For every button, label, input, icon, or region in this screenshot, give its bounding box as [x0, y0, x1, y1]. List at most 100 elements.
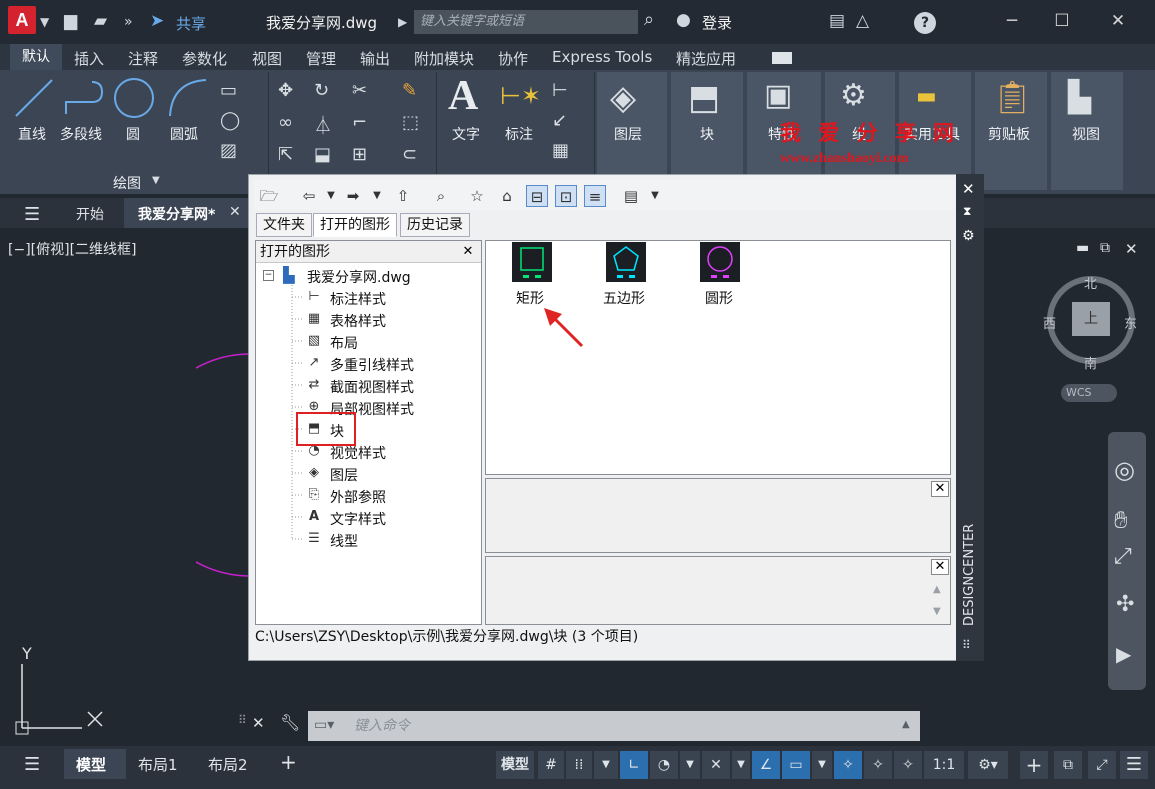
workspace-gear-icon[interactable]: ⚙▾: [968, 751, 1008, 779]
cart-icon[interactable]: ▤: [829, 11, 845, 31]
home-icon[interactable]: ⌂: [496, 185, 518, 207]
cmd-customize-icon[interactable]: 🔧︎: [280, 713, 300, 732]
model-space-button[interactable]: 模型: [496, 751, 534, 779]
search-icon[interactable]: ⌕: [644, 10, 654, 30]
viewport-close-icon[interactable]: ✕: [1125, 240, 1138, 258]
block-label-circle[interactable]: 圆形: [705, 288, 733, 308]
description-scroll-down-icon[interactable]: ▼: [933, 606, 941, 617]
leader-icon[interactable]: ↙: [552, 110, 567, 131]
menu-hamburger-icon[interactable]: ☰: [24, 204, 40, 225]
tab-open-drawings[interactable]: 打开的图形: [313, 213, 397, 237]
draw-panel-expand-icon[interactable]: ▼: [152, 175, 160, 186]
tab-addins[interactable]: 附加模块: [414, 48, 474, 69]
polyline-tool-label[interactable]: 多段线: [60, 124, 102, 144]
compass-north[interactable]: 北: [1084, 273, 1097, 292]
block-label-rectangle[interactable]: 矩形: [516, 288, 544, 308]
load-folder-icon[interactable]: 🗁︎: [258, 185, 280, 207]
viewport-restore-icon[interactable]: ⧉: [1100, 240, 1110, 256]
pan-hand-icon[interactable]: ✋︎: [1114, 506, 1128, 534]
tree-item-table-styles[interactable]: 表格样式: [330, 311, 386, 331]
tree-item-visual-styles[interactable]: 视觉样式: [330, 443, 386, 463]
isolate-objects-icon[interactable]: ⧉: [1054, 751, 1082, 779]
tree-root-drawing[interactable]: 我爱分享网.dwg: [307, 267, 411, 287]
tree-item-text-styles[interactable]: 文字样式: [330, 509, 386, 529]
preview-close-icon[interactable]: ✕: [931, 481, 949, 497]
tree-item-multileader-styles[interactable]: 多重引线样式: [330, 355, 414, 375]
views-dropdown-icon[interactable]: ▼: [644, 185, 666, 207]
tree-item-layers[interactable]: 图层: [330, 465, 358, 485]
selection-dropdown-icon[interactable]: ▼: [812, 751, 832, 779]
cmd-prompt-icon[interactable]: ▭▾: [314, 717, 342, 735]
cmd-history-icon[interactable]: ▲: [902, 719, 910, 730]
annotation-monitor-icon[interactable]: +: [1020, 751, 1048, 779]
view-panel-label[interactable]: 视图: [1072, 124, 1100, 144]
search-input[interactable]: 键入关键字或短语: [414, 10, 638, 34]
steering-wheel-icon[interactable]: ◎: [1114, 456, 1135, 484]
back-dropdown-icon[interactable]: ▼: [320, 185, 342, 207]
tab-history[interactable]: 历史记录: [400, 213, 470, 237]
description-toggle-icon[interactable]: ≡: [584, 185, 606, 207]
orbit-icon[interactable]: ✣: [1116, 592, 1134, 617]
explode-tool-icon[interactable]: ⬚: [402, 112, 419, 133]
help-icon[interactable]: ?: [914, 12, 936, 34]
rectangle-tool-icon[interactable]: ▭: [220, 80, 237, 101]
tree-close-icon[interactable]: ✕: [459, 245, 477, 261]
lineweight-icon[interactable]: ∠: [752, 751, 780, 779]
tab-output[interactable]: 输出: [360, 48, 390, 69]
viewcube-face[interactable]: 上: [1072, 302, 1110, 336]
circle-tool-label[interactable]: 圆: [126, 124, 140, 144]
annotation-scale-icon[interactable]: ✧: [894, 751, 922, 779]
open-folder-icon[interactable]: ▰: [94, 11, 107, 31]
clipboard-panel-label[interactable]: 剪贴板: [988, 124, 1030, 144]
compass-east[interactable]: 东: [1124, 313, 1137, 332]
customization-menu-icon[interactable]: ☰: [1120, 751, 1148, 779]
cmd-grip-icon[interactable]: ⠿: [238, 713, 247, 727]
app-menu-caret-icon[interactable]: ▼: [40, 12, 49, 32]
snap-dropdown-icon[interactable]: ▼: [594, 751, 618, 779]
showmotion-icon[interactable]: ▶: [1116, 642, 1131, 666]
add-layout-icon[interactable]: +: [280, 750, 297, 774]
circle-tool-icon[interactable]: [112, 76, 156, 120]
wcs-dropdown[interactable]: WCS: [1061, 384, 1117, 402]
rotate-tool-icon[interactable]: ↻: [314, 80, 329, 101]
line-tool-label[interactable]: 直线: [18, 124, 46, 144]
view-panel-icon[interactable]: ▙: [1068, 80, 1091, 115]
polar-tracking-icon[interactable]: ◔: [650, 751, 678, 779]
block-panel-label[interactable]: 块: [700, 124, 714, 144]
block-circle-thumbnail[interactable]: [700, 242, 740, 282]
forward-dropdown-icon[interactable]: ▼: [366, 185, 388, 207]
title-expand-icon[interactable]: ▶: [398, 12, 407, 32]
table-icon[interactable]: ▦: [552, 140, 569, 161]
tree-item-section-view-styles[interactable]: 截面视图样式: [330, 377, 414, 397]
osnap-dropdown-icon[interactable]: ▼: [732, 751, 750, 779]
object-snap-tracking-icon[interactable]: ✕: [702, 751, 730, 779]
dimension-tool-label[interactable]: 标注: [505, 124, 533, 144]
ribbon-toggle-icon[interactable]: [772, 52, 792, 64]
description-scroll-up-icon[interactable]: ▲: [933, 584, 941, 595]
copy-tool-icon[interactable]: ∞: [278, 112, 293, 133]
array-tool-icon[interactable]: ⊞: [352, 144, 367, 165]
user-icon[interactable]: ●: [676, 10, 691, 30]
design-center-close-icon[interactable]: ✕: [962, 180, 975, 198]
line-tool-icon[interactable]: [12, 76, 56, 120]
cmd-close-icon[interactable]: ✕: [252, 714, 265, 732]
tree-item-dimension-styles[interactable]: 标注样式: [330, 289, 386, 309]
model-tab-label[interactable]: 模型: [76, 754, 106, 775]
block-pentagon-thumbnail[interactable]: [606, 242, 646, 282]
selection-cycling-icon[interactable]: ▭: [782, 751, 810, 779]
tab-annotate[interactable]: 注释: [128, 48, 158, 69]
autohide-icon[interactable]: ⧗: [963, 204, 971, 219]
fillet-tool-icon[interactable]: ⌐: [352, 112, 367, 133]
tab-folders[interactable]: 文件夹: [256, 213, 312, 237]
erase-tool-icon[interactable]: ✎: [402, 80, 417, 101]
ellipse-tool-icon[interactable]: ◯: [220, 110, 240, 131]
login-button[interactable]: 登录: [702, 12, 732, 33]
layer-panel-label[interactable]: 图层: [614, 124, 642, 144]
active-document-label[interactable]: 我爱分享网*: [138, 204, 215, 224]
stretch-tool-icon[interactable]: ⇱: [278, 144, 293, 165]
block-icon[interactable]: ⬒: [688, 78, 720, 118]
annotation-visibility-icon[interactable]: ✧: [834, 751, 862, 779]
views-icon[interactable]: ▤: [620, 185, 642, 207]
tree-item-layouts[interactable]: 布局: [330, 333, 358, 353]
tree-item-xrefs[interactable]: 外部参照: [330, 487, 386, 507]
